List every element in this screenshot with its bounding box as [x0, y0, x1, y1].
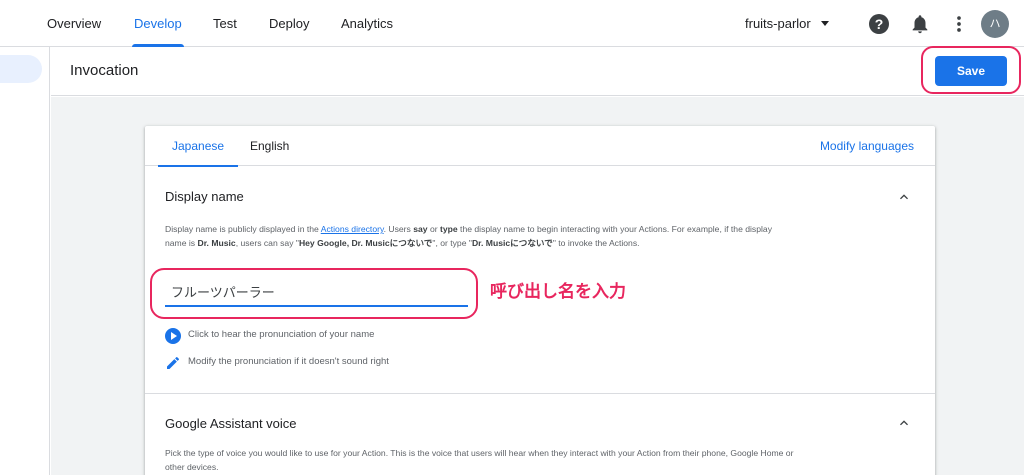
- tab-overview[interactable]: Overview: [47, 0, 101, 47]
- page-title: Invocation: [70, 62, 139, 79]
- left-sidebar: [0, 47, 50, 475]
- more-vert-icon[interactable]: [948, 13, 970, 35]
- hear-pronunciation-button[interactable]: Click to hear the pronunciation of your …: [165, 327, 425, 345]
- pencil-icon: [167, 356, 180, 369]
- project-selector[interactable]: fruits-parlor: [745, 0, 829, 47]
- annotation-label: 呼び出し名を入力: [490, 282, 626, 302]
- user-avatar[interactable]: ハ: [981, 10, 1009, 38]
- main-content: Japanese English Modify languages Displa…: [51, 97, 1024, 475]
- tab-analytics[interactable]: Analytics: [341, 0, 393, 47]
- project-name: fruits-parlor: [745, 16, 811, 31]
- tab-test[interactable]: Test: [213, 0, 237, 47]
- sidebar-item-invocation[interactable]: [0, 55, 42, 83]
- play-icon: [165, 328, 181, 344]
- modify-pronunciation-label: Modify the pronunciation if it doesn't s…: [188, 356, 389, 367]
- voice-title: Google Assistant voice: [165, 416, 297, 431]
- voice-description: Pick the type of voice you would like to…: [165, 448, 794, 472]
- display-name-input[interactable]: [165, 277, 468, 307]
- chevron-up-icon[interactable]: [896, 415, 912, 431]
- display-name-description: Display name is publicly displayed in th…: [165, 224, 772, 248]
- tab-deploy[interactable]: Deploy: [269, 0, 309, 47]
- language-tabs: Japanese English Modify languages: [145, 126, 935, 167]
- help-icon[interactable]: ?: [869, 14, 889, 34]
- chevron-up-icon[interactable]: [896, 189, 912, 205]
- invocation-card: Japanese English Modify languages Displa…: [145, 126, 935, 475]
- caret-down-icon: [820, 21, 829, 27]
- tab-english[interactable]: English: [250, 126, 289, 166]
- top-nav: Overview Develop Test Deploy Analytics f…: [0, 0, 1024, 47]
- display-name-title: Display name: [165, 189, 244, 204]
- actions-directory-link[interactable]: Actions directory: [321, 224, 384, 234]
- notifications-bell-icon[interactable]: [909, 13, 931, 35]
- tab-develop[interactable]: Develop: [132, 0, 184, 47]
- save-button[interactable]: Save: [935, 56, 1007, 86]
- section-divider: [145, 393, 935, 394]
- page-header: Invocation Save: [51, 46, 1024, 96]
- tab-japanese[interactable]: Japanese: [157, 126, 239, 167]
- modify-languages-link[interactable]: Modify languages: [820, 126, 914, 166]
- modify-pronunciation-button[interactable]: Modify the pronunciation if it doesn't s…: [165, 354, 425, 372]
- hear-pronunciation-label: Click to hear the pronunciation of your …: [188, 329, 375, 340]
